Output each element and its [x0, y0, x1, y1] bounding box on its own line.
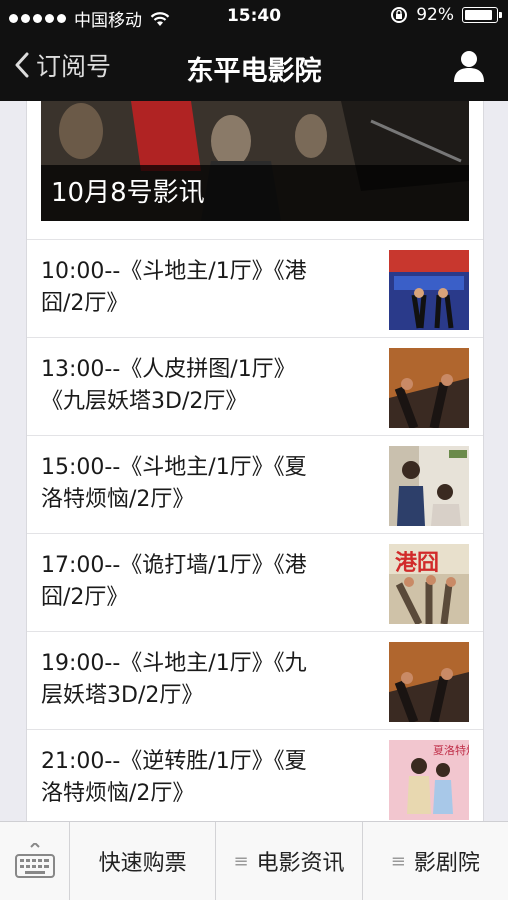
list-item[interactable]: 19:00--《斗地主/1厅》《九 层妖塔3D/2厅》 [27, 631, 483, 729]
keyboard-icon [14, 843, 55, 878]
showtime-line: 19:00--《斗地主/1厅》《九 [41, 651, 307, 676]
movie-poster-thumbnail [389, 446, 469, 526]
list-item[interactable]: 17:00--《诡打墙/1厅》《港 囧/2厅》 港囧 [27, 533, 483, 631]
bottom-menu-bar: 快速购票 ≡ 电影资讯 ≡ 影剧院 [0, 821, 508, 900]
menu-label: 快速购票 [98, 851, 187, 876]
showtime-line: 洛特烦恼/2厅》 [41, 487, 195, 512]
nav-bar: 订阅号 东平电影院 [0, 32, 508, 101]
schedule-list: 10:00--《斗地主/1厅》《港 囧/2厅》 13:00--《人皮拼图/1厅》… [27, 239, 483, 821]
showtime-line: 17:00--《诡打墙/1厅》《港 [41, 553, 307, 578]
page-title: 东平电影院 [186, 56, 322, 87]
hero-caption: 10月8号影讯 [41, 165, 469, 221]
showtime-line: 《九层妖塔3D/2厅》 [41, 389, 248, 414]
list-item[interactable]: 15:00--《斗地主/1厅》《夏 洛特烦恼/2厅》 [27, 435, 483, 533]
profile-icon[interactable] [452, 49, 486, 83]
hero-banner[interactable]: 10月8号影讯 [41, 101, 469, 221]
list-item[interactable]: 21:00--《逆转胜/1厅》《夏 洛特烦恼/2厅》 夏洛特烦恼 [27, 729, 483, 821]
movie-poster-thumbnail [389, 348, 469, 428]
movie-poster-thumbnail: 港囧 [389, 544, 469, 624]
poster-title: 夏洛特烦恼 [433, 743, 469, 757]
top-bar: 中国移动 15:40 92% 订阅号 东平电影院 [0, 0, 508, 101]
menu-label: 电影资讯 [256, 851, 345, 876]
menu-theater[interactable]: ≡ 影剧院 [363, 822, 508, 900]
showtime-line: 囧/2厅》 [41, 585, 129, 610]
battery-percent: 92% [416, 5, 454, 25]
keyboard-toggle-button[interactable] [0, 822, 70, 900]
showtime-line: 囧/2厅》 [41, 291, 129, 316]
movie-poster-thumbnail [389, 642, 469, 722]
rotation-lock-icon [391, 7, 408, 23]
list-item[interactable]: 13:00--《人皮拼图/1厅》 《九层妖塔3D/2厅》 [27, 337, 483, 435]
menu-list-icon: ≡ [233, 850, 249, 872]
menu-quick-ticket[interactable]: 快速购票 [70, 822, 217, 900]
movie-poster-thumbnail: 夏洛特烦恼 [389, 740, 469, 820]
menu-movie-news[interactable]: ≡ 电影资讯 [216, 822, 363, 900]
showtime-line: 13:00--《人皮拼图/1厅》 [41, 357, 296, 382]
showtime-line: 洛特烦恼/2厅》 [41, 781, 195, 806]
article-content[interactable]: 10月8号影讯 10:00--《斗地主/1厅》《港 囧/2厅》 13:00--《… [26, 101, 484, 821]
showtime-line: 层妖塔3D/2厅》 [41, 683, 204, 708]
poster-title: 港囧 [395, 551, 439, 576]
showtime-line: 15:00--《斗地主/1厅》《夏 [41, 455, 307, 480]
list-item[interactable]: 10:00--《斗地主/1厅》《港 囧/2厅》 [27, 239, 483, 337]
showtime-line: 21:00--《逆转胜/1厅》《夏 [41, 749, 307, 774]
menu-label: 影剧院 [413, 851, 480, 876]
movie-poster-thumbnail [389, 250, 469, 330]
status-bar: 中国移动 15:40 92% [0, 0, 508, 32]
battery-icon [462, 7, 502, 23]
showtime-line: 10:00--《斗地主/1厅》《港 [41, 259, 307, 284]
menu-list-icon: ≡ [390, 850, 406, 872]
